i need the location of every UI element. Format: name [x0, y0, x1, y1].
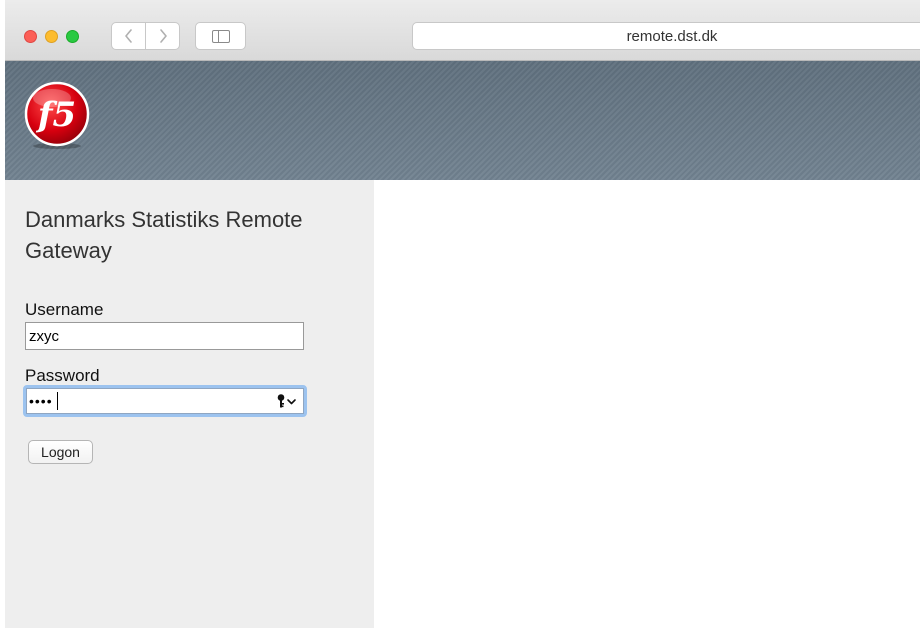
chevron-left-icon — [124, 29, 132, 43]
username-input[interactable] — [25, 322, 304, 350]
username-label: Username — [25, 300, 104, 319]
sidebar-icon — [211, 29, 230, 43]
forward-button[interactable] — [145, 22, 180, 50]
header-banner: f5 — [5, 61, 920, 180]
login-panel: Danmarks Statistiks Remote Gateway Usern… — [5, 180, 374, 628]
close-window-button[interactable] — [24, 30, 37, 43]
password-input[interactable] — [26, 388, 304, 414]
text-cursor — [57, 392, 58, 410]
chevron-right-icon — [159, 29, 167, 43]
password-field[interactable] — [23, 385, 307, 417]
browser-window: remote.dst.dk f5 Danmarks Statistiks Rem… — [5, 0, 920, 628]
f5-logo: f5 — [24, 81, 90, 149]
minimize-window-button[interactable] — [45, 30, 58, 43]
zoom-window-button[interactable] — [66, 30, 79, 43]
url-text: remote.dst.dk — [626, 27, 718, 45]
key-dropdown-icon[interactable] — [276, 393, 298, 409]
logon-button[interactable]: Logon — [28, 440, 93, 464]
page-title: Danmarks Statistiks Remote Gateway — [25, 207, 303, 263]
back-button[interactable] — [111, 22, 146, 50]
show-sidebar-button[interactable] — [195, 22, 246, 50]
browser-toolbar: remote.dst.dk — [5, 0, 920, 61]
password-label: Password — [25, 366, 100, 385]
f5-logo-text: f5 — [36, 95, 76, 135]
address-bar[interactable]: remote.dst.dk — [412, 22, 920, 50]
